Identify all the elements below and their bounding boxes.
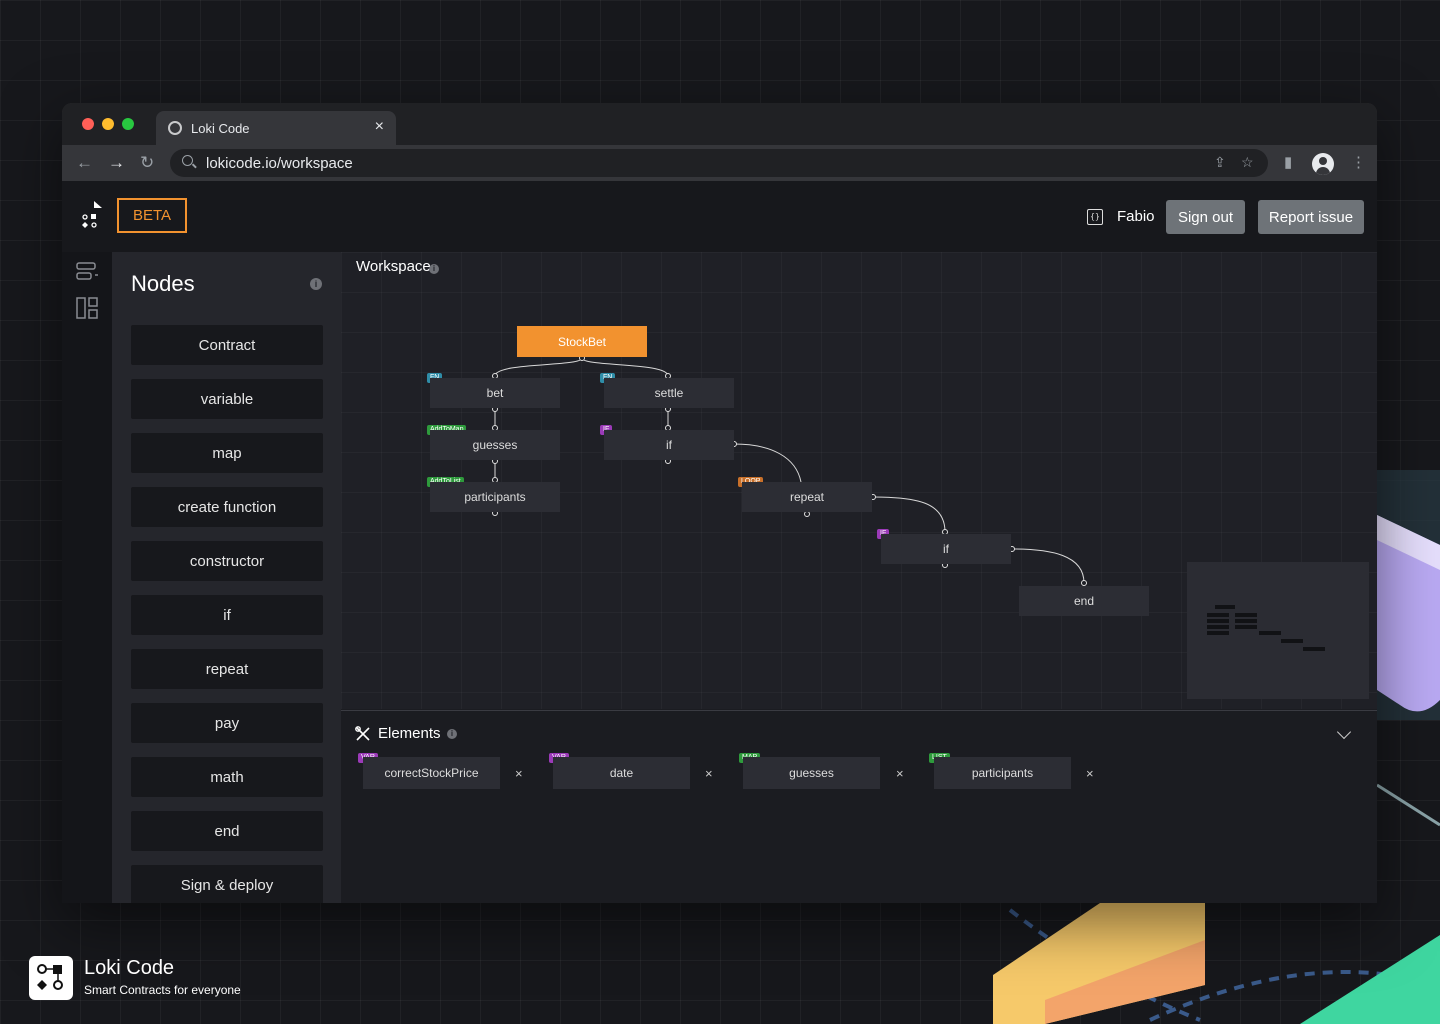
minimap-preview [1207, 605, 1325, 651]
browser-tab[interactable]: Loki Code × [156, 111, 396, 145]
elements-panel: Elements i VAR correctStockPrice × VAR d… [341, 710, 1377, 903]
node-end-button[interactable]: end [131, 811, 323, 851]
logo-mark-icon [37, 964, 63, 990]
workspace-minimap[interactable] [1187, 562, 1369, 699]
share-icon[interactable]: ⇪ [1214, 154, 1226, 171]
remove-element-icon[interactable]: × [1086, 766, 1094, 781]
loki-logo [29, 956, 73, 1000]
search-icon [182, 155, 193, 166]
sign-deploy-button[interactable]: Sign & deploy [131, 865, 323, 903]
layout-icon[interactable] [76, 297, 98, 319]
browser-window: Loki Code × ← → ↻ lokicode.io/workspace … [62, 103, 1377, 903]
node-pay-button[interactable]: pay [131, 703, 323, 743]
node-if-button[interactable]: if [131, 595, 323, 635]
chrome-icon [168, 121, 182, 135]
beta-badge: BETA [117, 198, 187, 233]
workspace-node-participants[interactable]: participants [430, 482, 560, 512]
element-chip[interactable]: participants [934, 757, 1071, 789]
side-panel-icon[interactable]: ▮ [1284, 153, 1292, 171]
browser-toolbar: ← → ↻ lokicode.io/workspace ⇪ ☆ ▮ ⋮ [62, 145, 1377, 181]
more-menu-icon[interactable]: ⋮ [1351, 153, 1366, 171]
back-icon[interactable]: ← [76, 153, 93, 173]
tools-icon [355, 726, 370, 741]
tab-bar: Loki Code × [62, 103, 1377, 145]
layers-icon[interactable] [76, 261, 98, 283]
forward-icon[interactable]: → [108, 153, 125, 173]
workspace-node-repeat[interactable]: repeat [742, 482, 872, 512]
workspace-node-end[interactable]: end [1019, 586, 1149, 616]
node-variable-button[interactable]: variable [131, 379, 323, 419]
bookmark-star-icon[interactable]: ☆ [1241, 154, 1254, 171]
app: BETA {} Fabio Sign out Report issue Node… [62, 181, 1377, 903]
side-rail [62, 252, 112, 903]
remove-element-icon[interactable]: × [705, 766, 713, 781]
reload-icon[interactable]: ↻ [140, 153, 154, 173]
element-chip[interactable]: guesses [743, 757, 880, 789]
user-name: Fabio [1117, 208, 1155, 225]
workspace-node-if-nested[interactable]: if [881, 534, 1011, 564]
url-text: lokicode.io/workspace [206, 155, 353, 172]
close-window-button[interactable] [82, 118, 94, 130]
workspace-canvas[interactable]: Workspace i StockBet bet settle guesses … [341, 252, 1377, 709]
node-contract-button[interactable]: Contract [131, 325, 323, 365]
elements-info-icon[interactable]: i [447, 729, 457, 739]
nodes-panel: Nodes i Contract variable map create fun… [112, 252, 341, 903]
minimize-window-button[interactable] [102, 118, 114, 130]
brand-footer: Loki Code Smart Contracts for everyone [29, 956, 241, 1000]
workspace-node-stockbet[interactable]: StockBet [517, 326, 647, 357]
element-chip[interactable]: correctStockPrice [363, 757, 500, 789]
remove-element-icon[interactable]: × [896, 766, 904, 781]
info-icon[interactable]: i [310, 278, 322, 290]
maximize-window-button[interactable] [122, 118, 134, 130]
workspace-node-settle[interactable]: settle [604, 378, 734, 408]
elements-title: Elements [378, 725, 441, 742]
element-chip[interactable]: date [553, 757, 690, 789]
user-code-icon: {} [1087, 209, 1103, 225]
node-create-function-button[interactable]: create function [131, 487, 323, 527]
brand-name: Loki Code [84, 957, 175, 979]
sign-out-button[interactable]: Sign out [1166, 200, 1245, 234]
window-controls [82, 118, 134, 130]
node-map-button[interactable]: map [131, 433, 323, 473]
report-issue-button[interactable]: Report issue [1258, 200, 1364, 234]
brand-tagline: Smart Contracts for everyone [84, 983, 241, 997]
node-math-button[interactable]: math [131, 757, 323, 797]
chevron-down-icon[interactable] [1336, 724, 1352, 740]
workspace-node-guesses[interactable]: guesses [430, 430, 560, 460]
node-repeat-button[interactable]: repeat [131, 649, 323, 689]
node-constructor-button[interactable]: constructor [131, 541, 323, 581]
loki-logo-icon [82, 201, 102, 228]
nodes-title: Nodes [131, 271, 195, 296]
address-bar[interactable]: lokicode.io/workspace ⇪ ☆ [170, 149, 1268, 177]
remove-element-icon[interactable]: × [515, 766, 523, 781]
profile-avatar-icon[interactable] [1312, 153, 1334, 175]
tab-title: Loki Code [191, 121, 250, 136]
app-header: BETA {} Fabio Sign out Report issue [62, 181, 1377, 252]
workspace-node-if[interactable]: if [604, 430, 734, 460]
workspace-node-bet[interactable]: bet [430, 378, 560, 408]
tab-close-icon[interactable]: × [375, 118, 384, 136]
